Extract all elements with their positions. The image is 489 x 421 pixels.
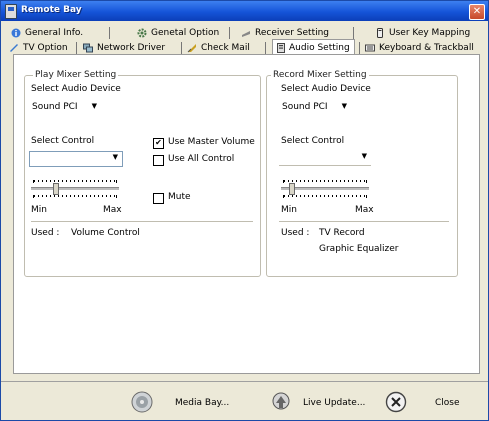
play-device-select[interactable]: Sound PCI ▼ — [29, 101, 109, 115]
record-mixer-group: Record Mixer Setting Select Audio Device… — [266, 70, 458, 277]
tab-separator — [353, 27, 354, 39]
close-button[interactable]: Close — [385, 391, 465, 415]
tab-tv-option[interactable]: TV Option — [9, 41, 68, 55]
record-control-label: Select Control — [281, 136, 345, 146]
play-volume-slider[interactable] — [31, 180, 119, 198]
tab-separator — [109, 27, 110, 39]
record-min-label: Min — [281, 205, 297, 215]
play-max-label: Max — [103, 205, 122, 215]
record-device-label: Select Audio Device — [281, 84, 371, 94]
remote-bay-window: Remote Bay ✕ General Info. Genetal Optio… — [0, 0, 489, 421]
slider-ticks — [283, 195, 367, 197]
record-device-select[interactable]: Sound PCI ▼ — [279, 101, 359, 115]
keyboard-icon — [365, 44, 375, 52]
live-update-icon — [272, 392, 290, 410]
tab-separator — [181, 42, 182, 54]
audio-setting-panel: Play Mixer Setting Select Audio Device S… — [13, 54, 480, 374]
media-bay-button[interactable]: Media Bay... — [131, 391, 241, 415]
tab-general-option[interactable]: Genetal Option — [137, 26, 219, 40]
info-icon — [11, 28, 21, 38]
use-all-control-checkbox[interactable] — [153, 155, 164, 166]
tab-row-1: General Info. Genetal Option Receiver Se… — [9, 26, 484, 42]
record-max-label: Max — [355, 205, 374, 215]
tab-network-driver[interactable]: Network Driver — [83, 41, 165, 55]
record-control-select[interactable]: ▼ — [279, 151, 371, 166]
live-update-button[interactable]: Live Update... — [271, 391, 371, 415]
mute-checkbox[interactable] — [153, 193, 164, 204]
record-mixer-legend: Record Mixer Setting — [271, 70, 369, 80]
play-used-value: Volume Control — [71, 228, 140, 238]
tab-label: Audio Setting — [289, 43, 350, 53]
record-used-value-1: TV Record — [319, 228, 365, 238]
chevron-down-icon: ▼ — [341, 102, 347, 110]
network-icon — [83, 43, 93, 53]
slider-ticks — [33, 180, 117, 182]
title-bar[interactable]: Remote Bay ✕ — [1, 1, 488, 21]
gear-icon — [137, 28, 147, 38]
media-bay-icon — [131, 391, 153, 413]
tab-separator — [229, 27, 230, 39]
tab-receiver-setting[interactable]: Receiver Setting — [241, 26, 329, 40]
play-mixer-group: Play Mixer Setting Select Audio Device S… — [24, 70, 261, 277]
tab-label: Network Driver — [97, 43, 166, 53]
tab-general-info[interactable]: General Info. — [11, 26, 83, 40]
app-icon — [5, 4, 17, 19]
tab-check-mail[interactable]: Check Mail — [187, 41, 250, 55]
chevron-down-icon: ▼ — [112, 153, 118, 161]
record-device-value: Sound PCI — [282, 102, 328, 112]
play-min-label: Min — [31, 205, 47, 215]
tab-separator — [359, 42, 360, 54]
window-title: Remote Bay — [21, 5, 82, 15]
record-used-value-2: Graphic Equalizer — [319, 244, 399, 254]
chevron-down-icon: ▼ — [361, 152, 367, 160]
tv-icon — [10, 44, 18, 52]
mail-icon — [187, 44, 196, 53]
play-mixer-legend: Play Mixer Setting — [33, 70, 119, 80]
tab-separator — [76, 42, 77, 54]
record-volume-slider[interactable] — [281, 180, 369, 198]
tab-user-key-mapping[interactable]: User Key Mapping — [375, 26, 470, 40]
footer-separator — [1, 381, 488, 382]
use-master-volume-label: Use Master Volume — [168, 137, 255, 147]
close-label: Close — [435, 398, 460, 408]
tab-label: TV Option — [23, 43, 68, 53]
tab-label: Keyboard & Trackball — [379, 43, 474, 53]
divider — [279, 221, 449, 222]
play-device-label: Select Audio Device — [31, 84, 121, 94]
slider-ticks — [33, 195, 117, 197]
play-device-value: Sound PCI — [32, 102, 78, 112]
play-control-label: Select Control — [31, 136, 95, 146]
chevron-down-icon: ▼ — [91, 102, 97, 110]
media-bay-label: Media Bay... — [175, 398, 230, 408]
close-icon — [385, 391, 407, 413]
divider — [31, 221, 253, 222]
tab-keyboard-trackball[interactable]: Keyboard & Trackball — [365, 41, 474, 55]
mute-label: Mute — [168, 192, 191, 202]
tab-label: User Key Mapping — [389, 28, 471, 38]
remote-icon — [377, 28, 383, 38]
play-used-label: Used : — [31, 228, 60, 238]
use-all-control-label: Use All Control — [168, 154, 235, 164]
window-close-button[interactable]: ✕ — [469, 4, 485, 20]
tab-label: Check Mail — [201, 43, 250, 53]
record-used-label: Used : — [281, 228, 310, 238]
tab-label: General Info. — [25, 28, 84, 38]
tab-label: Genetal Option — [151, 28, 220, 38]
receiver-icon — [242, 31, 250, 37]
slider-ticks — [283, 180, 367, 182]
live-update-label: Live Update... — [303, 398, 366, 408]
tab-separator — [265, 42, 266, 54]
slider-thumb[interactable] — [289, 183, 295, 195]
audio-icon — [277, 43, 285, 53]
tab-label: Receiver Setting — [255, 28, 330, 38]
slider-thumb[interactable] — [53, 183, 59, 195]
use-master-volume-checkbox[interactable]: ✔ — [153, 138, 164, 149]
play-control-select[interactable]: ▼ — [29, 151, 123, 167]
slider-track — [31, 187, 119, 190]
